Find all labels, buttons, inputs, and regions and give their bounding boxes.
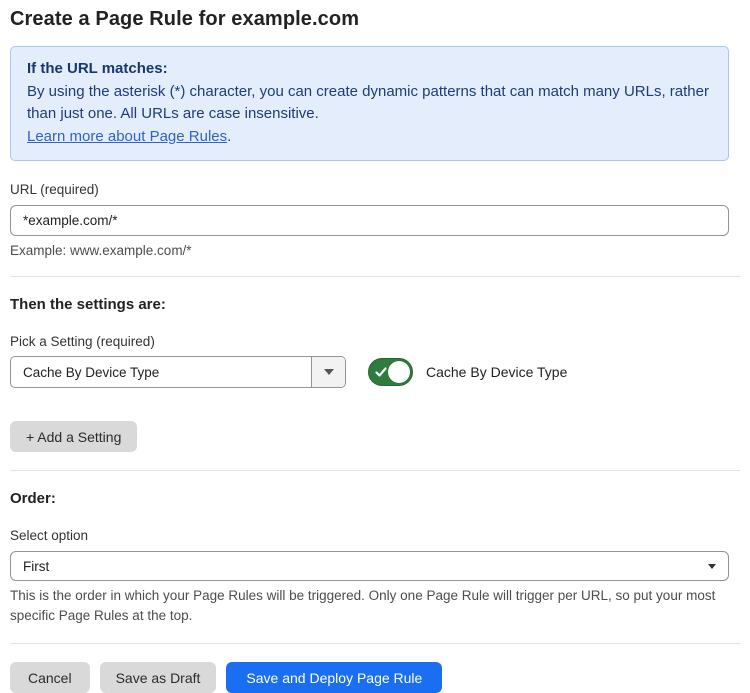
- save-draft-button[interactable]: Save as Draft: [100, 662, 217, 693]
- setting-dropdown[interactable]: Cache By Device Type: [10, 356, 346, 388]
- divider: [10, 276, 740, 277]
- cancel-button[interactable]: Cancel: [10, 662, 90, 693]
- order-select-label: Select option: [10, 528, 740, 543]
- url-helper-text: Example: www.example.com/*: [10, 243, 740, 258]
- footer-actions: Cancel Save as Draft Save and Deploy Pag…: [10, 662, 740, 693]
- order-heading: Order:: [10, 490, 740, 507]
- setting-row: Cache By Device Type Cache By Device Typ…: [10, 356, 740, 388]
- page-title: Create a Page Rule for example.com: [10, 8, 740, 31]
- callout-heading: If the URL matches:: [27, 58, 712, 81]
- url-match-callout: If the URL matches: By using the asteris…: [10, 46, 729, 161]
- order-select[interactable]: First: [10, 551, 729, 581]
- callout-link-line: Learn more about Page Rules.: [27, 126, 712, 149]
- chevron-down-icon: [708, 564, 716, 569]
- order-select-value: First: [23, 559, 708, 574]
- save-deploy-button[interactable]: Save and Deploy Page Rule: [226, 662, 442, 693]
- toggle-knob: [388, 361, 410, 383]
- add-setting-button[interactable]: + Add a Setting: [10, 421, 137, 452]
- cache-device-toggle[interactable]: [368, 358, 413, 386]
- order-helper-text: This is the order in which your Page Rul…: [10, 586, 725, 625]
- divider: [10, 470, 740, 471]
- url-input[interactable]: [10, 205, 729, 236]
- callout-body: By using the asterisk (*) character, you…: [27, 81, 712, 126]
- setting-dropdown-value: Cache By Device Type: [11, 357, 311, 387]
- learn-more-link[interactable]: Learn more about Page Rules: [27, 128, 227, 145]
- link-suffix: .: [227, 128, 231, 145]
- toggle-label: Cache By Device Type: [426, 364, 567, 380]
- url-field-label: URL (required): [10, 182, 740, 197]
- setting-picker-label: Pick a Setting (required): [10, 334, 740, 349]
- setting-dropdown-arrow-segment[interactable]: [311, 357, 345, 387]
- divider: [10, 643, 740, 644]
- settings-heading: Then the settings are:: [10, 296, 740, 313]
- chevron-down-icon: [324, 369, 334, 375]
- check-icon: [375, 366, 387, 378]
